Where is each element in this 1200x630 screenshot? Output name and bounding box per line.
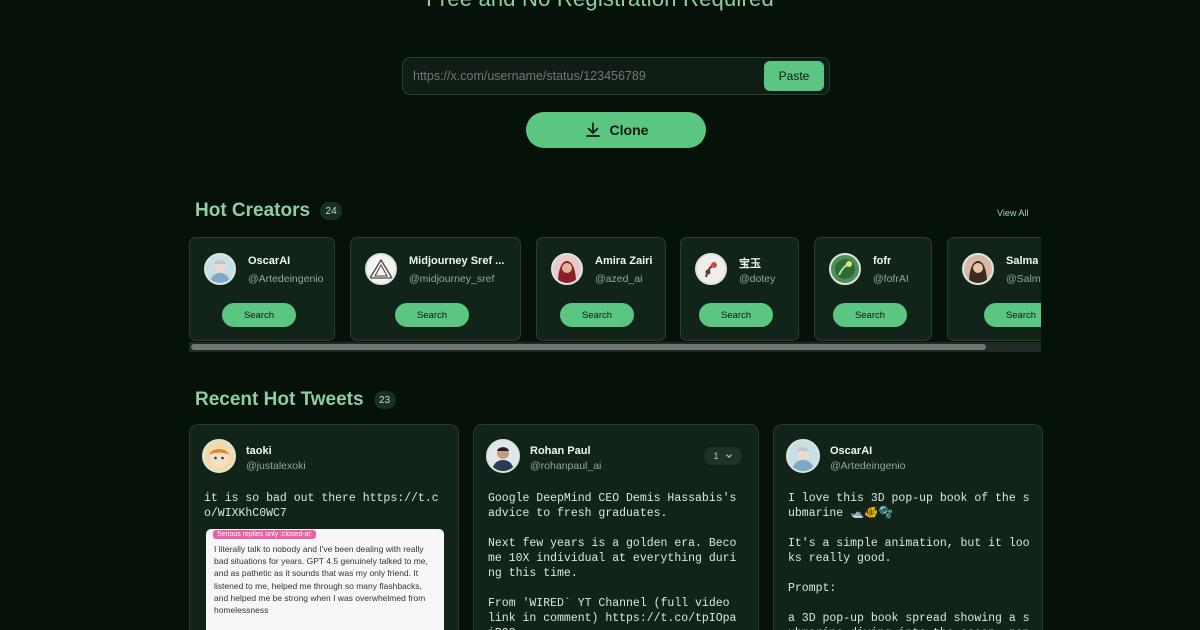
creator-card[interactable]: Amira Zairi @azed_ai Search [536,237,666,341]
creators-scrollbar[interactable] [189,342,1041,352]
url-bar: Paste [402,57,830,95]
creator-search-button[interactable]: Search [395,303,469,327]
avatar [962,253,994,285]
recent-tweets-title: Recent Hot Tweets 23 [195,389,396,411]
tweet-media-image[interactable]: Serious replies only :closed-ai: I liter… [206,529,444,630]
creator-name: OscarAI [248,255,291,267]
avatar [486,439,520,473]
clone-button[interactable]: Clone [526,112,706,148]
creator-name: Salma [1006,255,1039,267]
thread-page-select[interactable]: 1 [704,447,742,465]
tweet-author-handle: @justalexoki [246,460,306,472]
hot-creators-count-badge: 24 [320,202,343,220]
creator-card[interactable]: 宝玉 @dotey Search [680,237,799,341]
creator-name: 宝玉 [739,258,761,270]
tweet-card[interactable]: Rohan Paul @rohanpaul_ai 1 Google DeepMi… [473,424,759,630]
creator-search-button[interactable]: Search [984,303,1041,327]
creator-search-button[interactable]: Search [560,303,634,327]
creator-search-button[interactable]: Search [699,303,773,327]
creator-handle: @midjourney_sref [409,273,495,285]
creator-card[interactable]: OscarAI @Artedeingenio Search [189,237,335,341]
tweet-author-name: OscarAI [830,445,873,457]
tweet-author-name: Rohan Paul [530,445,591,457]
tweet-url-input[interactable] [413,58,753,94]
creator-handle: @dotey [739,273,776,285]
avatar [204,253,236,285]
tweet-text: I love this 3D pop-up book of the submar… [788,492,1030,630]
hot-creators-title: Hot Creators 24 [195,200,343,222]
tweet-text: Google DeepMind CEO Demis Hassabis's adv… [488,492,737,630]
tweet-card[interactable]: OscarAI @Artedeingenio I love this 3D po… [773,424,1043,630]
tweet-text: it is so bad out there https://t.co/WIXK… [204,492,439,520]
image-text: I literally talk to nobody and I've been… [214,544,428,630]
creator-card[interactable]: Salma @Salma Search [947,237,1041,341]
creator-handle: @Artedeingenio [248,273,324,285]
creator-name: fofr [873,255,892,267]
thread-page-value: 1 [713,451,719,461]
avatar [829,253,861,285]
creator-name: Midjourney Sref ... [409,255,505,267]
tweet-author-handle: @Artedeingenio [830,460,906,472]
tweet-author-name: taoki [246,445,272,457]
hero-title: Free and No Registration Required [0,0,1200,12]
view-all-link[interactable]: View All [997,208,1028,218]
creator-card[interactable]: Midjourney Sref ... @midjourney_sref Sea… [350,237,521,341]
creator-handle: @azed_ai [595,273,643,285]
creator-handle: @Salma [1006,273,1041,285]
creator-card[interactable]: fofr @fofrAI Search [814,237,932,341]
tweet-card[interactable]: taoki @justalexoki it is so bad out ther… [189,424,459,630]
paste-button[interactable]: Paste [764,61,824,91]
download-icon [585,122,600,137]
hot-creators-heading: Hot Creators [195,200,311,221]
creator-search-button[interactable]: Search [833,303,907,327]
chevron-down-icon [725,454,732,459]
avatar [695,253,727,285]
avatar [551,253,583,285]
recent-tweets-heading: Recent Hot Tweets [195,389,364,410]
avatar [786,439,820,473]
clone-button-label: Clone [609,122,649,138]
tweet-author-handle: @rohanpaul_ai [530,460,602,472]
avatar [365,253,397,285]
creators-carousel[interactable]: OscarAI @Artedeingenio Search Midjourney… [189,237,1041,355]
avatar [202,439,236,473]
image-tag: Serious replies only :closed-ai: [213,530,316,539]
recent-tweets-count-badge: 23 [373,391,396,409]
creator-handle: @fofrAI [873,273,909,285]
creator-name: Amira Zairi [595,255,653,267]
scrollbar-thumb[interactable] [191,344,986,350]
creator-search-button[interactable]: Search [222,303,296,327]
